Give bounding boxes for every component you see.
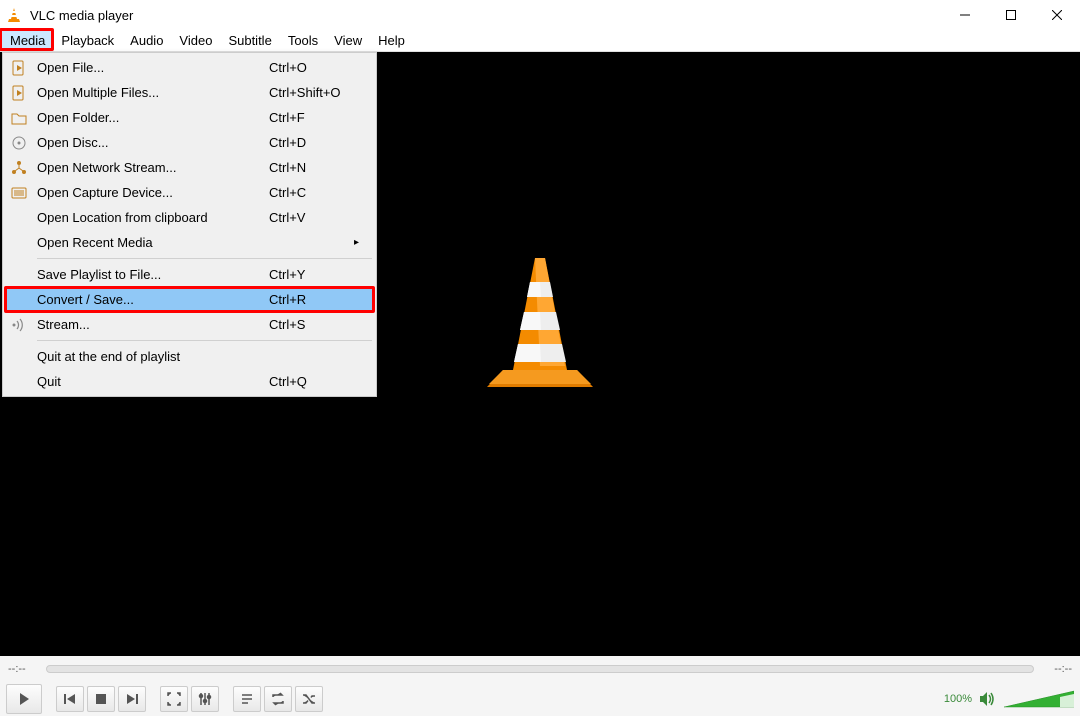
menu-item-shortcut: Ctrl+Q <box>269 374 364 389</box>
vlc-cone-logo <box>475 252 605 397</box>
menu-item-shortcut: Ctrl+Shift+O <box>269 85 364 100</box>
fullscreen-button[interactable] <box>160 686 188 712</box>
menu-item-shortcut: Ctrl+Y <box>269 267 364 282</box>
menu-item-open-capture-device[interactable]: Open Capture Device...Ctrl+C <box>5 180 374 205</box>
next-button[interactable] <box>118 686 146 712</box>
time-elapsed: --:-- <box>8 663 38 675</box>
menu-item-quit-at-the-end-of-playlist[interactable]: Quit at the end of playlist <box>5 344 374 369</box>
menu-item-shortcut: Ctrl+D <box>269 135 364 150</box>
seek-slider[interactable] <box>46 665 1034 673</box>
menu-media[interactable]: Media <box>2 30 53 51</box>
menu-item-label: Convert / Save... <box>33 292 269 307</box>
seekbar: --:-- --:-- <box>0 656 1080 682</box>
menu-item-label: Save Playlist to File... <box>33 267 269 282</box>
media-menu-dropdown: Open File...Ctrl+OOpen Multiple Files...… <box>2 52 377 397</box>
menu-item-shortcut: Ctrl+C <box>269 185 364 200</box>
menu-item-label: Stream... <box>33 317 269 332</box>
vlc-cone-icon <box>6 7 22 23</box>
shuffle-button[interactable] <box>295 686 323 712</box>
menu-item-open-network-stream[interactable]: Open Network Stream...Ctrl+N <box>5 155 374 180</box>
menu-item-label: Open Disc... <box>33 135 269 150</box>
menu-separator <box>37 258 372 259</box>
menu-item-label: Open Capture Device... <box>33 185 269 200</box>
menu-item-open-location-from-clipboard[interactable]: Open Location from clipboardCtrl+V <box>5 205 374 230</box>
close-button[interactable] <box>1034 0 1080 30</box>
menu-audio[interactable]: Audio <box>122 30 171 51</box>
file-play-icon <box>5 85 33 101</box>
play-button[interactable] <box>6 684 42 714</box>
maximize-button[interactable] <box>988 0 1034 30</box>
playlist-button[interactable] <box>233 686 261 712</box>
menu-item-label: Open Network Stream... <box>33 160 269 175</box>
menu-item-quit[interactable]: QuitCtrl+Q <box>5 369 374 394</box>
minimize-button[interactable] <box>942 0 988 30</box>
capture-icon <box>5 185 33 201</box>
menu-item-stream[interactable]: Stream...Ctrl+S <box>5 312 374 337</box>
menu-item-label: Quit at the end of playlist <box>33 349 269 364</box>
menu-tools[interactable]: Tools <box>280 30 326 51</box>
menu-subtitle[interactable]: Subtitle <box>220 30 279 51</box>
time-total: --:-- <box>1042 663 1072 675</box>
previous-button[interactable] <box>56 686 84 712</box>
menu-item-label: Quit <box>33 374 269 389</box>
menu-playback[interactable]: Playback <box>53 30 122 51</box>
menu-item-shortcut: Ctrl+V <box>269 210 364 225</box>
controlbar: 100% <box>0 682 1080 716</box>
menu-item-convert-save[interactable]: Convert / Save...Ctrl+R <box>5 287 374 312</box>
menu-item-shortcut: Ctrl+F <box>269 110 364 125</box>
menu-item-shortcut: Ctrl+S <box>269 317 364 332</box>
menu-item-open-disc[interactable]: Open Disc...Ctrl+D <box>5 130 374 155</box>
folder-icon <box>5 110 33 126</box>
extended-settings-button[interactable] <box>191 686 219 712</box>
menu-item-open-multiple-files[interactable]: Open Multiple Files...Ctrl+Shift+O <box>5 80 374 105</box>
window-title: VLC media player <box>30 8 942 23</box>
volume-slider[interactable] <box>1004 689 1074 709</box>
loop-button[interactable] <box>264 686 292 712</box>
menu-item-label: Open Location from clipboard <box>33 210 269 225</box>
speaker-icon[interactable] <box>978 690 996 708</box>
menu-item-open-recent-media[interactable]: Open Recent Media ▸ <box>5 230 374 255</box>
menu-item-label: Open File... <box>33 60 269 75</box>
network-icon <box>5 160 33 176</box>
menu-item-save-playlist-to-file[interactable]: Save Playlist to File...Ctrl+Y <box>5 262 374 287</box>
menu-item-open-file[interactable]: Open File...Ctrl+O <box>5 55 374 80</box>
window-controls <box>942 0 1080 30</box>
menubar: MediaPlaybackAudioVideoSubtitleToolsView… <box>0 30 1080 52</box>
stream-icon <box>5 317 33 333</box>
menu-video[interactable]: Video <box>171 30 220 51</box>
menu-separator <box>37 340 372 341</box>
menu-item-shortcut: Ctrl+O <box>269 60 364 75</box>
stop-button[interactable] <box>87 686 115 712</box>
menu-item-open-folder[interactable]: Open Folder...Ctrl+F <box>5 105 374 130</box>
disc-icon <box>5 135 33 151</box>
menu-help[interactable]: Help <box>370 30 413 51</box>
titlebar: VLC media player <box>0 0 1080 30</box>
menu-item-label: Open Multiple Files... <box>33 85 269 100</box>
file-play-icon <box>5 60 33 76</box>
menu-view[interactable]: View <box>326 30 370 51</box>
volume-percent: 100% <box>944 693 972 705</box>
menu-item-shortcut: Ctrl+N <box>269 160 364 175</box>
menu-item-shortcut: Ctrl+R <box>269 292 364 307</box>
menu-item-label: Open Folder... <box>33 110 269 125</box>
menu-item-label: Open Recent Media <box>33 235 259 250</box>
submenu-arrow-icon: ▸ <box>354 237 364 248</box>
